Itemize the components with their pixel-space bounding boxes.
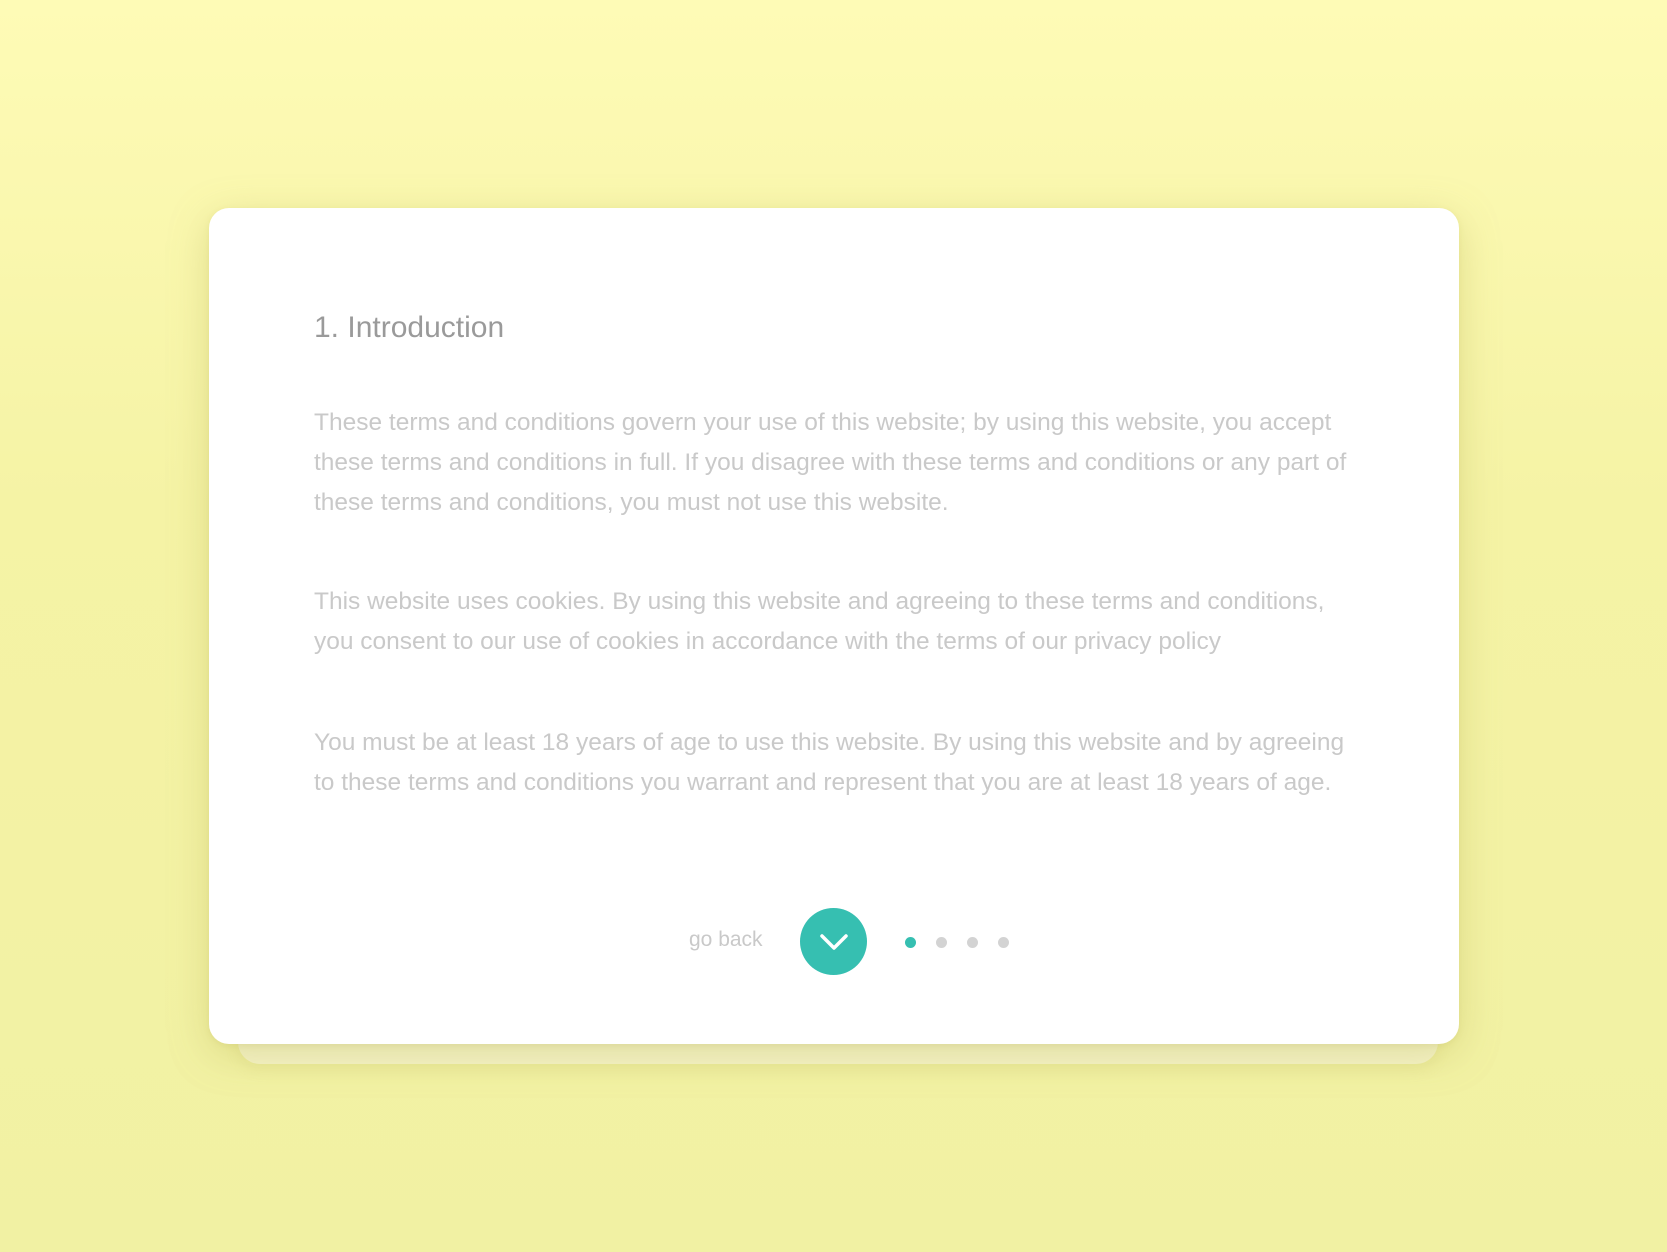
pagination-dot-1[interactable] — [905, 937, 916, 948]
next-button[interactable] — [800, 908, 867, 975]
card-footer-navigation: go back — [209, 908, 1459, 976]
terms-content: 1. Introduction These terms and conditio… — [314, 308, 1354, 803]
pagination-dot-2[interactable] — [936, 937, 947, 948]
paragraph-age: You must be at least 18 years of age to … — [314, 729, 1345, 796]
pagination-dots — [905, 937, 1009, 948]
paragraph-terms: These terms and conditions govern your u… — [314, 409, 1347, 516]
pagination-dot-3[interactable] — [967, 937, 978, 948]
chevron-down-icon — [818, 932, 850, 952]
pagination-dot-4[interactable] — [998, 937, 1009, 948]
terms-card: 1. Introduction These terms and conditio… — [209, 208, 1459, 1044]
paragraph-cookies: This website uses cookies. By using this… — [314, 588, 1325, 655]
section-title: 1. Introduction — [314, 311, 505, 344]
go-back-link[interactable]: go back — [689, 928, 763, 952]
